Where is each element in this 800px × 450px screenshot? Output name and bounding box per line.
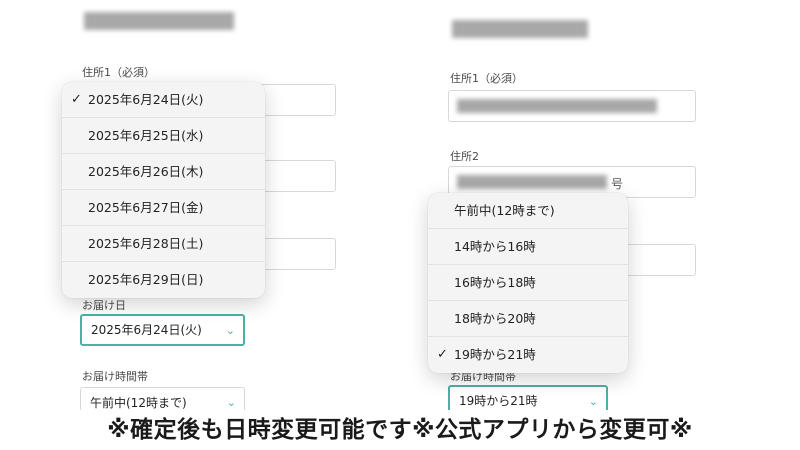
blurred-address2 [457, 175, 607, 189]
delivery-date-select[interactable]: 2025年6月24日(火) ⌄ [80, 314, 245, 346]
address1-label: 住所1（必須） [450, 72, 523, 85]
delivery-date-value: 2025年6月24日(火) [91, 323, 202, 337]
blurred-address1 [457, 99, 657, 113]
address1-label: 住所1（必須） [82, 66, 155, 79]
check-icon: ✓ [71, 92, 82, 107]
time-option[interactable]: 18時から20時 [428, 301, 628, 337]
date-option[interactable]: ✓ 2025年6月24日(火) [62, 82, 265, 118]
date-picker-menu: ✓ 2025年6月24日(火) 2025年6月25日(水) 2025年6月26日… [62, 82, 265, 298]
blurred-name [452, 20, 588, 38]
check-icon: ✓ [437, 347, 448, 362]
delivery-date-label: お届け日 [82, 299, 126, 312]
date-option[interactable]: 2025年6月25日(水) [62, 118, 265, 154]
time-option[interactable]: 午前中(12時まで) [428, 193, 628, 229]
time-option[interactable]: 16時から18時 [428, 265, 628, 301]
address2-suffix: 号 [611, 177, 624, 191]
delivery-time-value: 19時から21時 [459, 394, 538, 408]
date-option[interactable]: 2025年6月28日(土) [62, 226, 265, 262]
address1-input[interactable] [448, 90, 696, 122]
caption-text: ※確定後も日時変更可能です※公式アプリから変更可※ [107, 417, 693, 443]
date-option[interactable]: 2025年6月27日(金) [62, 190, 265, 226]
delivery-time-label: お届け時間帯 [82, 370, 148, 383]
time-picker-menu: 午前中(12時まで) 14時から16時 16時から18時 18時から20時 ✓ … [428, 193, 628, 373]
date-option[interactable]: 2025年6月26日(木) [62, 154, 265, 190]
time-option[interactable]: ✓ 19時から21時 [428, 337, 628, 373]
chevron-down-icon: ⌄ [225, 324, 235, 337]
delivery-time-select[interactable]: 19時から21時 ⌄ [448, 385, 608, 410]
address2-label: 住所2 [450, 150, 479, 163]
time-option[interactable]: 14時から16時 [428, 229, 628, 265]
delivery-time-value: 午前中(12時まで) [90, 396, 187, 410]
delivery-time-select[interactable]: 午前中(12時まで) ⌄ [80, 387, 245, 410]
chevron-down-icon: ⌄ [588, 395, 598, 408]
chevron-down-icon: ⌄ [226, 396, 236, 409]
date-option[interactable]: 2025年6月29日(日) [62, 262, 265, 298]
blurred-name [84, 12, 234, 30]
